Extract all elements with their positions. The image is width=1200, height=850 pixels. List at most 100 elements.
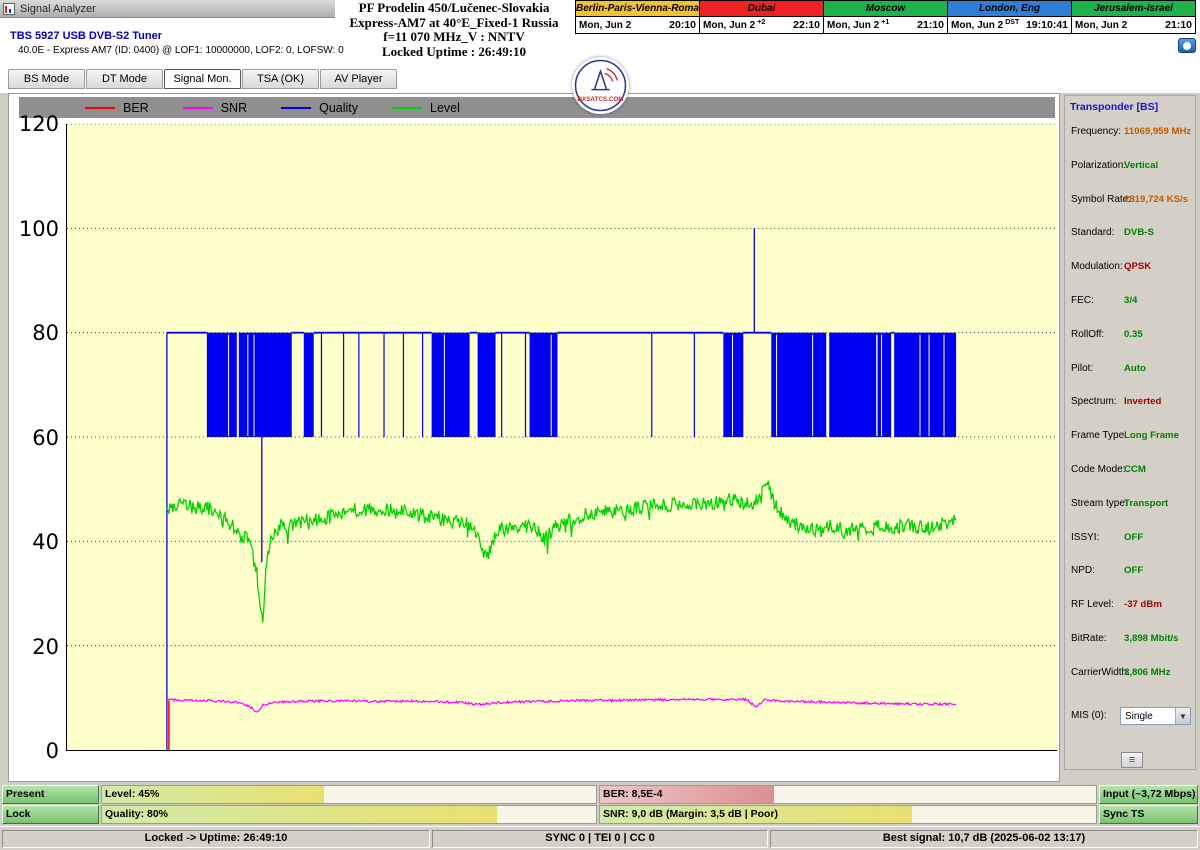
quality-label: Quality: 80% [105, 806, 168, 823]
clock-date: Mon, Jun 2 [703, 20, 755, 31]
ber-label: BER: 8,5E-4 [603, 786, 663, 803]
legend-quality: Quality [281, 101, 358, 115]
field-value: CCM [1124, 464, 1146, 475]
transponder-row-npd: NPD:OFF [1065, 565, 1195, 579]
clock-city: London, Eng [948, 1, 1071, 17]
clock-time-row: Mon, Jun 220:10 [576, 17, 699, 33]
world-clocks: Berlin-Paris-Vienna-RomaMon, Jun 220:10D… [575, 0, 1196, 34]
field-value: Auto [1124, 363, 1146, 374]
quality-bar: Quality: 80% [101, 805, 597, 824]
clock-time: 19:10:41 [1026, 19, 1068, 31]
tray-clock-icon[interactable] [1178, 38, 1196, 53]
clock-offset: DST [1005, 19, 1019, 26]
field-value: 3,806 MHz [1124, 667, 1170, 678]
field-label: Polarization: [1071, 160, 1126, 171]
transponder-row-pilot: Pilot: Auto [1065, 363, 1195, 377]
legend-snr: SNR [183, 101, 247, 115]
transponder-row-modulation: Modulation:QPSK [1065, 261, 1195, 275]
field-value: OFF [1124, 565, 1143, 576]
field-label: FEC: [1071, 295, 1094, 306]
clock-offset: +2 [757, 19, 765, 26]
clock-date: Mon, Jun 2 [951, 20, 1003, 31]
tab-bs-mode[interactable]: BS Mode [8, 69, 85, 89]
sync-ts-label: Sync TS [1103, 808, 1144, 820]
present-label: Present [6, 788, 45, 800]
field-value: 0.35 [1124, 329, 1143, 340]
transponder-title: Transponder [BS] [1070, 101, 1158, 113]
lock-indicator: Lock [2, 805, 99, 824]
y-tick-120: 120 [9, 113, 59, 135]
ber-bar: BER: 8,5E-4 [599, 785, 1097, 804]
field-value: 2819,724 KS/s [1124, 194, 1188, 205]
level-label: Level: 45% [105, 786, 159, 803]
clock-date: Mon, Jun 2 [827, 20, 879, 31]
y-tick-40: 40 [9, 531, 59, 553]
snr-label: SNR: 9,0 dB (Margin: 3,5 dB | Poor) [603, 806, 778, 823]
mis-select[interactable]: Single ▼ [1120, 707, 1191, 725]
tab-bar: BS ModeDT ModeSignal Mon.TSA (OK)AV Play… [8, 69, 397, 89]
field-label: Code Mode: [1071, 464, 1125, 475]
site-info-line-1: PF Prodelin 450/Lučenec-Slovakia [330, 1, 578, 16]
transponder-row-issyi: ISSYI:OFF [1065, 532, 1195, 546]
logo-text: DXSATCS.COM [577, 96, 623, 103]
clock-time: 20:10 [669, 19, 696, 31]
signal-chart: BERSNRQualityLevel 120 100 80 60 40 20 0 [8, 93, 1060, 782]
clock-time: 21:10 [1165, 19, 1192, 31]
transponder-row-frequency: Frequency:11069,959 MHz [1065, 126, 1195, 140]
clock-city: Jerusalem-Israel [1072, 1, 1195, 17]
site-info: PF Prodelin 450/Lučenec-Slovakia Express… [330, 1, 578, 59]
transponder-row-standard: Standard: DVB-S [1065, 227, 1195, 241]
field-value: DVB-S [1124, 227, 1154, 238]
bottom-status-bar: Locked -> Uptime: 26:49:10 SYNC 0 | TEI … [0, 826, 1200, 850]
clock-time-row: Mon, Jun 2DST 19:10:41 [948, 17, 1071, 33]
tab-av-player[interactable]: AV Player [320, 69, 397, 89]
field-label: Standard: [1071, 227, 1114, 238]
transponder-row-rolloff: RollOff: 0.35 [1065, 329, 1195, 343]
field-value: 3,898 Mbit/s [1124, 633, 1178, 644]
status-row-2: Lock Quality: 80% SNR: 9,0 dB (Margin: 3… [0, 805, 1200, 824]
site-info-line-3: f=11 070 MHz_V : NNTV [330, 30, 578, 45]
field-label: Frame Type: [1071, 430, 1127, 441]
site-info-line-4: Locked Uptime : 26:49:10 [330, 45, 578, 60]
tab-signal-mon[interactable]: Signal Mon. [164, 69, 241, 89]
antenna-icon: DXSATCS.COM [574, 59, 627, 112]
tab-tsa-ok[interactable]: TSA (OK) [242, 69, 319, 89]
y-tick-100: 100 [9, 218, 59, 240]
status-row-1: Present Level: 45% BER: 8,5E-4 Input (~3… [0, 785, 1200, 804]
transponder-row-carrierwidth: CarrierWidth:3,806 MHz [1065, 667, 1195, 681]
world-clock-london-eng: London, Eng Mon, Jun 2DST 19:10:41 [948, 1, 1072, 33]
field-label: RollOff: [1071, 329, 1104, 340]
field-label: Pilot: [1071, 363, 1093, 374]
field-label: Modulation: [1071, 261, 1123, 272]
field-value: Long Frame [1124, 430, 1179, 441]
transponder-row-polarization: Polarization:Vertical [1065, 160, 1195, 174]
transponder-row-code-mode: Code Mode:CCM [1065, 464, 1195, 478]
input-indicator: Input (~3,72 Mbps) [1099, 785, 1198, 804]
mis-label: MIS (0): [1071, 710, 1107, 721]
tuner-info: 40.0E - Express AM7 (ID: 0400) @ LOF1: 1… [18, 45, 344, 56]
level-bar: Level: 45% [101, 785, 597, 804]
legend-label: SNR [221, 101, 247, 115]
transponder-row-rf-level: RF Level: -37 dBm [1065, 599, 1195, 613]
clock-time-row: Mon, Jun 2+222:10 [700, 17, 823, 33]
transponder-row-fec: FEC:3/4 [1065, 295, 1195, 309]
legend-line-icon [85, 107, 115, 109]
legend-label: Quality [319, 101, 358, 115]
tuner-name: TBS 5927 USB DVB-S2 Tuner [10, 30, 344, 42]
chart-legend: BERSNRQualityLevel [19, 97, 1055, 118]
uptime-status: Locked -> Uptime: 26:49:10 [2, 830, 430, 848]
present-indicator: Present [2, 785, 99, 804]
field-value: OFF [1124, 532, 1143, 543]
y-tick-0: 0 [9, 740, 59, 762]
app-icon [3, 3, 15, 15]
clock-city: Moscow [824, 1, 947, 17]
legend-line-icon [183, 107, 213, 109]
y-tick-20: 20 [9, 636, 59, 658]
tab-dt-mode[interactable]: DT Mode [86, 69, 163, 89]
legend-level: Level [392, 101, 460, 115]
field-value: -37 dBm [1124, 599, 1162, 610]
report-button[interactable]: ≡ [1121, 752, 1143, 768]
field-label: RF Level: [1071, 599, 1114, 610]
field-value: Inverted [1124, 396, 1161, 407]
transponder-row-bitrate: BitRate:3,898 Mbit/s [1065, 633, 1195, 647]
